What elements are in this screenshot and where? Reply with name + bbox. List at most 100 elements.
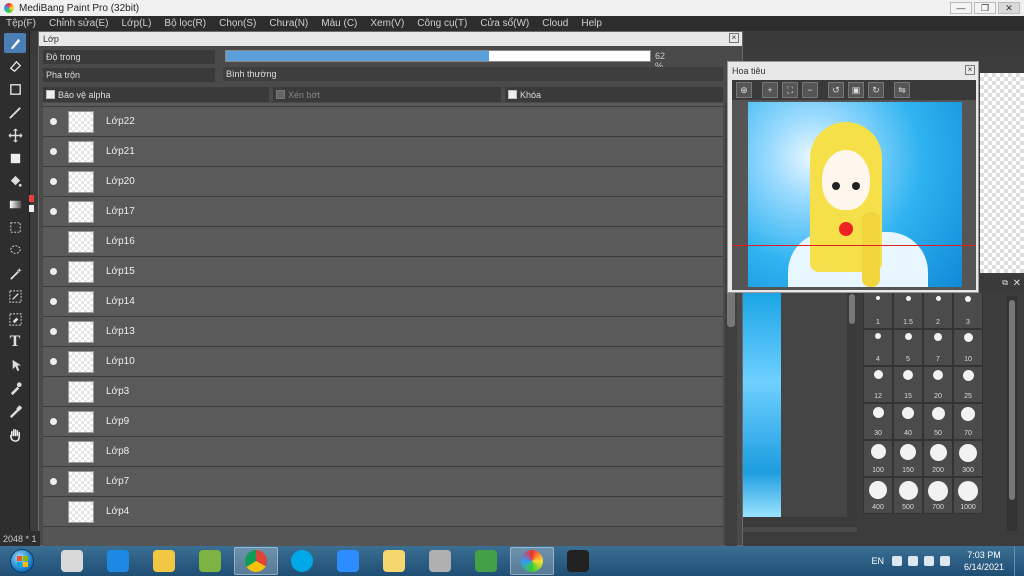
layer-row[interactable]: Lớp17 <box>43 197 723 227</box>
taskbar-app[interactable] <box>188 547 232 575</box>
zoom-in-icon[interactable]: + <box>762 82 778 98</box>
maximize-button[interactable]: ❐ <box>974 2 996 14</box>
brush-size-cell[interactable]: 25 <box>953 366 983 403</box>
eyedropper-icon[interactable] <box>4 378 26 398</box>
minimize-button[interactable]: — <box>950 2 972 14</box>
brush-size-cell[interactable]: 4 <box>863 329 893 366</box>
select-eraser-icon[interactable] <box>4 309 26 329</box>
fit-icon[interactable]: ⛶ <box>782 82 798 98</box>
layer-row[interactable]: Lớp22 <box>43 107 723 137</box>
fill-rect-icon[interactable] <box>4 148 26 168</box>
visibility-toggle[interactable] <box>43 208 63 215</box>
taskbar-app[interactable] <box>372 547 416 575</box>
visibility-toggle[interactable] <box>43 118 63 125</box>
menu-item[interactable]: Chỉnh sửa(E) <box>43 18 116 29</box>
taskbar-app[interactable] <box>50 547 94 575</box>
brush-size-cell[interactable]: 30 <box>863 403 893 440</box>
taskbar-app[interactable] <box>142 547 186 575</box>
layer-row[interactable]: Lớp20 <box>43 167 723 197</box>
layer-row[interactable]: Lớp9 <box>43 407 723 437</box>
close-button[interactable]: ✕ <box>998 2 1020 14</box>
eraser-icon[interactable] <box>4 56 26 76</box>
brush-size-cell[interactable]: 1000 <box>953 477 983 514</box>
layer-row[interactable]: Lớp10 <box>43 347 723 377</box>
brush-size-cell[interactable]: 15 <box>893 366 923 403</box>
brush-size-cell[interactable]: 5 <box>893 329 923 366</box>
show-desktop-button[interactable] <box>1014 546 1024 576</box>
layer-row[interactable]: Lớp8 <box>43 437 723 467</box>
scrollbar-thumb[interactable] <box>849 294 855 324</box>
dropper-icon[interactable] <box>4 401 26 421</box>
start-button[interactable] <box>0 546 44 576</box>
scrollbar-thumb[interactable] <box>1009 300 1015 500</box>
close-icon[interactable]: ✕ <box>1013 278 1021 289</box>
visibility-toggle[interactable] <box>43 148 63 155</box>
select-pen-icon[interactable] <box>4 286 26 306</box>
layer-row[interactable]: Lớp7 <box>43 467 723 497</box>
select-rect-icon[interactable] <box>4 217 26 237</box>
taskbar-app[interactable] <box>418 547 462 575</box>
canvas-view[interactable] <box>743 292 857 532</box>
zoom-out-icon[interactable]: − <box>802 82 818 98</box>
taskbar-app[interactable] <box>464 547 508 575</box>
brush-icon[interactable] <box>4 33 26 53</box>
lock-checkbox[interactable]: Khóa <box>505 87 723 102</box>
visibility-toggle[interactable] <box>43 298 63 305</box>
magic-wand-icon[interactable] <box>4 263 26 283</box>
menu-item[interactable]: Cloud <box>536 18 575 29</box>
clock[interactable]: 7:03 PM 6/14/2021 <box>964 549 1004 573</box>
brush-size-cell[interactable]: 1 <box>863 292 893 329</box>
taskbar-app[interactable] <box>96 547 140 575</box>
menu-item[interactable]: Lớp(L) <box>116 18 159 29</box>
menu-item[interactable]: Chọn(S) <box>213 18 263 29</box>
clipping-checkbox[interactable]: Xén bớt <box>273 87 501 102</box>
brush-size-cell[interactable]: 150 <box>893 440 923 477</box>
brush-size-cell[interactable]: 3 <box>953 292 983 329</box>
brush-size-cell[interactable]: 400 <box>863 477 893 514</box>
close-icon[interactable]: × <box>965 65 975 75</box>
canvas-horizontal-scrollbar[interactable] <box>743 517 857 527</box>
brush-size-cell[interactable]: 10 <box>953 329 983 366</box>
canvas-vertical-scrollbar[interactable] <box>847 292 857 517</box>
menu-item[interactable]: Help <box>575 18 609 29</box>
brush-size-cell[interactable]: 7 <box>923 329 953 366</box>
network-icon[interactable] <box>923 556 934 566</box>
brush-size-cell[interactable]: 70 <box>953 403 983 440</box>
language-indicator[interactable]: EN <box>871 556 884 566</box>
brush-size-cell[interactable]: 40 <box>893 403 923 440</box>
brush-size-cell[interactable]: 20 <box>923 366 953 403</box>
rotate-left-icon[interactable]: ↺ <box>828 82 844 98</box>
blend-mode-select[interactable]: Bình thường <box>223 67 723 81</box>
taskbar-app[interactable] <box>510 547 554 575</box>
visibility-toggle[interactable] <box>43 268 63 275</box>
brush-size-cell[interactable]: 2 <box>923 292 953 329</box>
menu-item[interactable]: Chưa(N) <box>263 18 315 29</box>
taskbar-app[interactable] <box>556 547 600 575</box>
bucket-icon[interactable] <box>4 171 26 191</box>
visibility-toggle[interactable] <box>43 328 63 335</box>
visibility-toggle[interactable] <box>43 478 63 485</box>
brush-size-cell[interactable]: 700 <box>923 477 953 514</box>
navigator-preview[interactable] <box>732 100 976 290</box>
popout-icon[interactable]: ⧉ <box>1002 278 1008 288</box>
menu-item[interactable]: Bộ lọc(R) <box>158 18 213 29</box>
taskbar-app[interactable] <box>326 547 370 575</box>
volume-icon[interactable] <box>939 556 950 566</box>
alpha-protect-checkbox[interactable]: Bảo vệ alpha <box>43 87 269 102</box>
rotate-right-icon[interactable]: ↻ <box>868 82 884 98</box>
swatch[interactable] <box>29 195 34 202</box>
brush-size-cell[interactable]: 50 <box>923 403 953 440</box>
flip-icon[interactable]: ⇋ <box>894 82 910 98</box>
menu-item[interactable]: Công cụ(T) <box>411 18 474 29</box>
move-icon[interactable] <box>4 125 26 145</box>
lasso-icon[interactable] <box>4 240 26 260</box>
layer-row[interactable]: Lớp16 <box>43 227 723 257</box>
layer-row[interactable]: Lớp14 <box>43 287 723 317</box>
brush-size-cell[interactable]: 1.5 <box>893 292 923 329</box>
taskbar-app[interactable] <box>234 547 278 575</box>
visibility-toggle[interactable] <box>43 178 63 185</box>
zoom-icon[interactable]: ⊕ <box>736 82 752 98</box>
layer-row[interactable]: Lớp13 <box>43 317 723 347</box>
rectangle-icon[interactable] <box>4 79 26 99</box>
layer-row[interactable]: Lớp4 <box>43 497 723 527</box>
